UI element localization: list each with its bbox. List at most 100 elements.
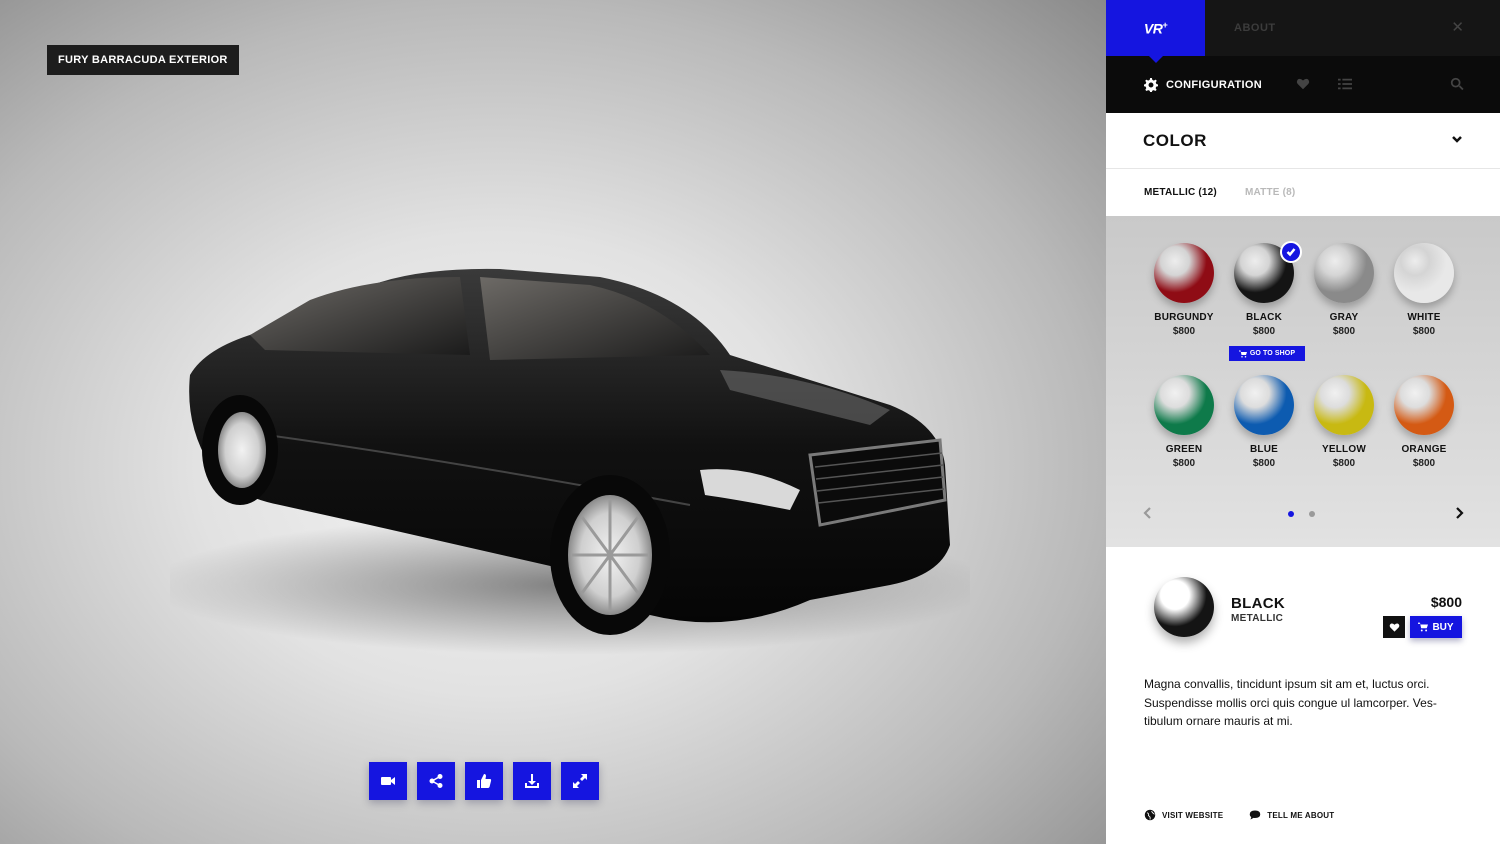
swatch-green[interactable]: GREEN $800	[1144, 375, 1224, 469]
swatch-ball	[1394, 243, 1454, 303]
chevron-down-icon[interactable]	[1451, 132, 1463, 150]
swatch-ball	[1314, 243, 1374, 303]
pager-dots	[1288, 511, 1315, 517]
active-tab-pointer	[1149, 56, 1163, 63]
speech-bubble-icon	[1250, 810, 1261, 820]
pager-dot-active[interactable]	[1288, 511, 1294, 517]
search-button[interactable]	[1450, 77, 1464, 96]
video-camera-icon	[381, 777, 395, 785]
share-button[interactable]	[417, 762, 455, 800]
share-icon	[429, 774, 443, 788]
cart-icon	[1238, 350, 1247, 357]
section-title: COLOR	[1143, 130, 1207, 150]
configuration-label: CONFIGURATION	[1166, 78, 1262, 91]
heart-icon	[1296, 78, 1310, 90]
swatch-black[interactable]: BLACK $800 GO TO SHOP	[1224, 241, 1305, 361]
color-description: Magna convallis, tincidunt ipsum sit am …	[1144, 677, 1437, 728]
download-icon	[525, 774, 539, 788]
color-section-header[interactable]: COLOR	[1106, 113, 1500, 169]
heart-icon	[1389, 623, 1399, 632]
thumbs-up-icon	[477, 774, 492, 788]
logo-tab[interactable]: VR+	[1106, 0, 1205, 63]
visit-website-label: VISIT WEBSITE	[1162, 810, 1224, 820]
swatch-name: BLUE	[1249, 444, 1279, 455]
search-icon	[1450, 77, 1464, 91]
finish-tabs: METALLIC (12) MATTE (8)	[1106, 169, 1500, 216]
selected-color-price: $800	[1430, 594, 1462, 610]
swatch-price: $800	[1412, 326, 1436, 337]
viewer-toolbar	[369, 762, 599, 800]
tell-me-about-link[interactable]: TELL ME ABOUT	[1249, 809, 1334, 821]
list-tab[interactable]	[1338, 77, 1352, 96]
swatch-ball	[1394, 375, 1454, 435]
pager-dot[interactable]	[1309, 511, 1315, 517]
swatch-burgundy[interactable]: BURGUNDY $800	[1144, 243, 1224, 337]
list-icon	[1338, 78, 1352, 90]
swatch-ball	[1154, 375, 1214, 435]
top-bar: VR+ ABOUT ✕	[1106, 0, 1500, 63]
video-button[interactable]	[369, 762, 407, 800]
swatch-ball	[1314, 375, 1374, 435]
fullscreen-button[interactable]	[561, 762, 599, 800]
swatch-orange[interactable]: ORANGE $800	[1384, 375, 1464, 469]
tell-me-about-label: TELL ME ABOUT	[1267, 810, 1335, 820]
swatch-name: BLACK	[1246, 312, 1282, 323]
swatch-price: $800	[1172, 326, 1196, 337]
config-panel: VR+ ABOUT ✕ CONFIGURATION COLOR METALLIC…	[1106, 0, 1500, 844]
logo: VR+	[1143, 19, 1168, 37]
swatch-grid: BURGUNDY $800 BLACK $800 GO TO SHOP GRAY $800 W…	[1144, 241, 1464, 469]
tab-about[interactable]: ABOUT	[1234, 0, 1276, 56]
swatch-name: ORANGE	[1401, 444, 1447, 455]
selected-color-name: BLACK	[1231, 595, 1285, 612]
download-button[interactable]	[513, 762, 551, 800]
swatch-ball	[1154, 243, 1214, 303]
swatch-name: WHITE	[1407, 312, 1441, 323]
cart-icon	[1418, 622, 1429, 632]
chevron-left-icon	[1143, 507, 1151, 519]
tab-matte[interactable]: MATTE (8)	[1245, 187, 1296, 198]
expand-icon	[573, 774, 587, 788]
go-to-shop-label: GO TO SHOP	[1249, 350, 1296, 357]
sub-bar: CONFIGURATION	[1106, 56, 1500, 113]
swatch-white[interactable]: WHITE $800	[1384, 243, 1464, 337]
visit-website-link[interactable]: VISIT WEBSITE	[1144, 809, 1223, 821]
carousel-pager	[1106, 506, 1500, 522]
swatch-price: $800	[1332, 326, 1356, 337]
swatch-ball	[1234, 375, 1294, 435]
swatch-name: GRAY	[1329, 312, 1359, 323]
chevron-right-icon	[1456, 507, 1464, 519]
swatch-price: $800	[1412, 458, 1436, 469]
swatch-price: $800	[1332, 458, 1356, 469]
viewer-stage[interactable]: FURY BARRACUDA EXTERIOR	[0, 0, 1106, 844]
footer-links: VISIT WEBSITE TELL ME ABOUT	[1144, 809, 1334, 821]
swatch-blue[interactable]: BLUE $800	[1224, 375, 1304, 469]
globe-icon	[1144, 809, 1156, 821]
selected-color-finish: METALLIC	[1231, 613, 1284, 624]
close-icon[interactable]: ✕	[1451, 20, 1464, 35]
buy-label: BUY	[1432, 621, 1454, 633]
go-to-shop-button[interactable]: GO TO SHOP	[1229, 346, 1305, 361]
next-arrow[interactable]	[1454, 506, 1464, 524]
favorite-button[interactable]	[1383, 616, 1405, 638]
selected-color-summary: BLACK METALLIC $800 BUY	[1106, 547, 1500, 661]
selected-color-swatch	[1154, 577, 1214, 637]
swatch-price: $800	[1172, 458, 1196, 469]
swatch-yellow[interactable]: YELLOW $800	[1304, 375, 1384, 469]
swatch-carousel: BURGUNDY $800 BLACK $800 GO TO SHOP GRAY $800 W…	[1106, 216, 1500, 547]
swatch-name: GREEN	[1165, 444, 1203, 455]
car-render[interactable]	[170, 255, 970, 655]
tab-metallic[interactable]: METALLIC (12)	[1144, 187, 1217, 198]
check-icon	[1280, 241, 1302, 263]
swatch-price: $800	[1252, 458, 1276, 469]
swatch-name: BURGUNDY	[1154, 312, 1214, 323]
model-title: FURY BARRACUDA EXTERIOR	[47, 45, 239, 75]
swatch-name: YELLOW	[1322, 444, 1366, 455]
like-button[interactable]	[465, 762, 503, 800]
tab-configuration[interactable]: CONFIGURATION	[1144, 77, 1262, 92]
favorites-tab[interactable]	[1296, 77, 1310, 96]
swatch-price: $800	[1252, 326, 1276, 337]
prev-arrow[interactable]	[1143, 506, 1153, 524]
swatch-gray[interactable]: GRAY $800	[1304, 243, 1384, 337]
buy-button[interactable]: BUY	[1410, 616, 1462, 638]
gear-icon	[1144, 77, 1158, 92]
